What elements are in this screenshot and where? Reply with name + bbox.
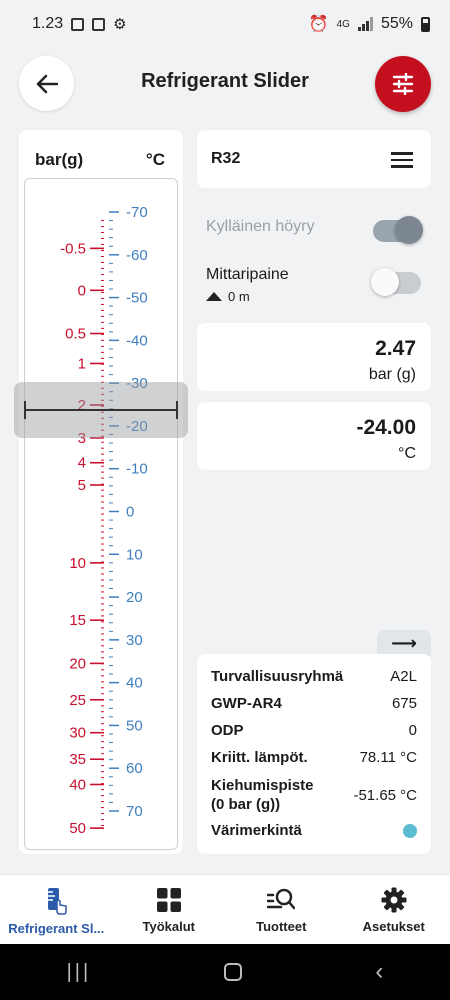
saturated-vapor-label: Kylläinen höyry [206, 218, 315, 235]
home-button[interactable] [224, 963, 243, 981]
search-list-icon [267, 888, 296, 910]
property-label: ODP [211, 722, 244, 739]
refrigerant-name: R32 [211, 150, 241, 167]
nav-label: Tuotteet [256, 919, 307, 934]
property-row: Kriitt. lämpöt. 78.11 °C [211, 749, 417, 766]
altitude-value: 0 m [228, 289, 250, 304]
slider-cursor[interactable] [14, 382, 188, 438]
settings-icon: ⚙ [113, 15, 127, 33]
gear-icon [381, 887, 407, 913]
saturated-vapor-row: Kylläinen höyry [206, 216, 426, 244]
list-icon [391, 152, 413, 172]
pressure-tick-label: 40 [69, 776, 86, 793]
sliders-icon [392, 73, 414, 95]
pressure-tick-label: 30 [69, 725, 86, 742]
temperature-tick-label: -10 [126, 461, 148, 478]
pressure-tick-label: 1 [78, 355, 86, 372]
pressure-unit-label: bar(g) [35, 150, 84, 169]
signal-icon [357, 17, 373, 31]
temperature-tick-label: -40 [126, 332, 148, 349]
property-label: Turvallisuusryhmä [211, 668, 344, 685]
system-back-button[interactable]: ‹ [375, 958, 383, 986]
temperature-unit: °C [398, 445, 416, 462]
property-value: 0 [408, 722, 417, 739]
temperature-tick-label: 50 [126, 717, 143, 734]
property-value: -51.65 °C [353, 786, 417, 804]
property-row: GWP-AR4 675 [211, 695, 417, 712]
gallery-icon [71, 17, 85, 31]
temperature-value: -24.00 [356, 416, 416, 439]
temperature-tick-label: 40 [126, 675, 143, 692]
nav-products[interactable]: Tuotteet [225, 875, 338, 944]
nav-settings[interactable]: Asetukset [338, 875, 450, 944]
property-label: GWP-AR4 [211, 695, 282, 712]
gauge-pressure-row: Mittaripaine 0 m [206, 266, 426, 304]
pressure-temperature-scale[interactable]: -70-60-50-40-30-20-10010203040506070-0.5… [19, 178, 183, 854]
temperature-tick-label: 0 [126, 504, 134, 521]
property-label: Värimerkintä [211, 822, 302, 839]
color-mark-dot [403, 823, 417, 838]
bottom-navigation: Refrigerant Sl... Työkalut Tuotteet Aset… [0, 874, 450, 944]
pressure-tick-label: 50 [69, 820, 86, 837]
saturated-vapor-toggle[interactable] [373, 216, 423, 244]
property-row: Kiehumispiste (0 bar (g)) -51.65 °C [211, 776, 417, 814]
alarm-icon: ⏰ [308, 16, 329, 33]
nav-label: Työkalut [142, 919, 196, 934]
system-navigation-bar: ||| ‹ [0, 944, 450, 1000]
gauge-pressure-toggle[interactable] [371, 268, 421, 296]
refrigerant-selector[interactable]: R32 [197, 130, 431, 188]
temperature-unit-label: °C [145, 150, 165, 169]
cursor-line [24, 401, 178, 419]
temperature-readout[interactable]: -24.00 °C [197, 402, 431, 470]
properties-card: Turvallisuusryhmä A2L GWP-AR4 675 ODP 0 … [197, 654, 431, 854]
property-row: Värimerkintä [211, 822, 417, 839]
battery-percent: 55% [380, 15, 413, 32]
pressure-tick-label: 10 [69, 555, 86, 572]
recent-apps-button[interactable]: ||| [67, 961, 92, 984]
pressure-tick-label: 15 [69, 612, 86, 629]
property-row: ODP 0 [211, 722, 417, 739]
clock: 1.23 [32, 15, 64, 32]
expand-arrow-button[interactable]: ⟶ [377, 630, 431, 656]
property-label: Kriitt. lämpöt. [211, 749, 308, 766]
nav-tools[interactable]: Työkalut [113, 875, 226, 944]
property-value: A2L [390, 668, 417, 685]
temperature-tick-label: 20 [126, 589, 143, 606]
grid-icon [156, 888, 181, 912]
temperature-tick-label: -70 [126, 204, 148, 221]
mountain-icon [206, 292, 222, 301]
pressure-tick-label: 35 [69, 751, 86, 768]
pressure-readout[interactable]: 2.47 bar (g) [197, 323, 431, 391]
pressure-tick-label: 0.5 [65, 326, 86, 343]
nav-refrigerant-slider[interactable]: Refrigerant Sl... [0, 875, 113, 944]
pressure-tick-label: 25 [69, 692, 86, 709]
nav-label: Refrigerant Sl... [8, 921, 105, 936]
temperature-tick-label: 70 [126, 803, 143, 820]
property-label: Kiehumispiste (0 bar (g)) [211, 777, 314, 813]
temperature-tick-label: 60 [126, 760, 143, 777]
pressure-tick-label: 4 [78, 455, 86, 472]
pressure-unit: bar (g) [368, 366, 416, 383]
pressure-tick-label: -0.5 [60, 240, 86, 257]
temperature-tick-label: 10 [126, 546, 143, 563]
property-value: 78.11 °C [359, 749, 417, 766]
gauge-pressure-label: Mittaripaine [206, 266, 289, 283]
checkbox-icon [92, 17, 106, 31]
temperature-tick-label: -50 [126, 290, 148, 307]
filter-button[interactable] [375, 56, 431, 112]
temperature-tick-label: 30 [126, 632, 143, 649]
property-row: Turvallisuusryhmä A2L [211, 668, 417, 685]
ruler-hand-icon [48, 888, 67, 915]
battery-icon [421, 16, 430, 32]
network-type: 4G [336, 18, 350, 30]
pressure-tick-label: 5 [78, 477, 86, 494]
temperature-tick-label: -60 [126, 247, 148, 264]
arrow-right-icon: ⟶ [391, 632, 417, 653]
status-bar: 1.23 ⚙ ⏰ 4G 55% [0, 0, 450, 48]
pressure-value: 2.47 [375, 337, 416, 360]
pressure-tick-label: 0 [78, 282, 86, 299]
nav-label: Asetukset [362, 919, 425, 934]
property-value: 675 [391, 695, 417, 712]
pressure-tick-label: 20 [69, 655, 86, 672]
